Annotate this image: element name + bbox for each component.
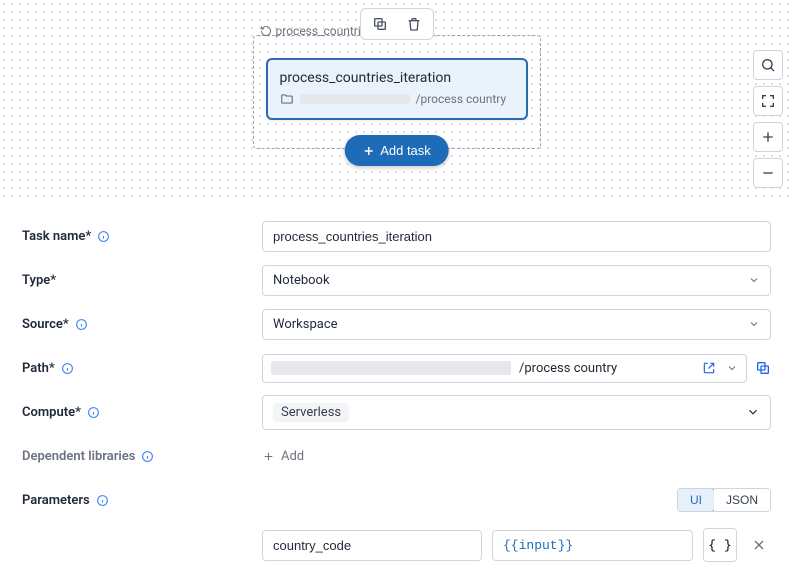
chevron-down-icon	[748, 318, 760, 330]
info-icon[interactable]	[61, 362, 74, 375]
task-name-input[interactable]	[262, 221, 771, 252]
label-dependent-libraries: Dependent libraries	[22, 449, 262, 464]
insert-variable-button[interactable]: { }	[703, 528, 737, 562]
chevron-down-icon[interactable]	[726, 362, 738, 374]
add-task-button[interactable]: Add task	[344, 135, 449, 166]
label-task-name: Task name*	[22, 229, 262, 244]
chevron-down-icon	[748, 274, 760, 286]
label-type: Type*	[22, 273, 262, 288]
info-icon[interactable]	[75, 318, 88, 331]
zoom-out-button[interactable]	[753, 158, 783, 188]
close-icon	[751, 537, 767, 553]
redacted-path	[300, 94, 410, 104]
type-select[interactable]: Notebook	[262, 265, 771, 296]
plus-icon	[262, 450, 275, 463]
compute-chip: Serverless	[273, 403, 349, 422]
task-form: Task name* Type* Notebook Source* Worksp…	[0, 200, 793, 566]
source-value: Workspace	[273, 317, 338, 332]
fullscreen-icon	[760, 93, 776, 109]
parameters-view-toggle: UI JSON	[677, 488, 771, 512]
info-icon[interactable]	[96, 494, 109, 507]
info-icon[interactable]	[97, 230, 110, 243]
loop-group-label: process_countries	[258, 24, 376, 38]
canvas-zoom-controls	[753, 50, 783, 188]
param-key-input[interactable]	[262, 530, 482, 561]
add-library-button[interactable]: Add	[262, 449, 771, 464]
search-button[interactable]	[753, 50, 783, 80]
folder-icon	[280, 92, 294, 106]
loop-icon	[260, 25, 272, 37]
compute-select[interactable]: Serverless	[262, 395, 771, 430]
type-value: Notebook	[273, 273, 330, 288]
label-compute: Compute*	[22, 405, 262, 420]
task-card-title: process_countries_iteration	[280, 70, 514, 86]
redacted-path	[271, 361, 511, 375]
toggle-json[interactable]: JSON	[714, 489, 770, 511]
zoom-in-button[interactable]	[753, 122, 783, 152]
add-task-label: Add task	[380, 143, 431, 158]
path-suffix: /process country	[519, 361, 617, 376]
path-picker[interactable]: /process country	[262, 354, 747, 383]
task-card[interactable]: process_countries_iteration /process cou…	[266, 58, 528, 120]
task-card-path: /process country	[280, 92, 514, 106]
duplicate-icon[interactable]	[371, 15, 389, 33]
info-icon[interactable]	[87, 406, 100, 419]
task-card-path-suffix: /process country	[416, 92, 507, 106]
minus-icon	[760, 165, 776, 181]
external-link-icon[interactable]	[702, 361, 716, 375]
label-source: Source*	[22, 317, 262, 332]
pipeline-canvas[interactable]: process_countries process_countries_iter…	[0, 0, 793, 200]
search-icon	[760, 57, 776, 73]
toggle-ui[interactable]: UI	[677, 488, 715, 512]
info-icon[interactable]	[141, 450, 154, 463]
remove-param-button[interactable]	[747, 533, 771, 557]
loop-group: process_countries process_countries_iter…	[253, 35, 541, 149]
label-parameters: Parameters	[22, 493, 262, 508]
trash-icon[interactable]	[405, 15, 423, 33]
chevron-down-icon	[746, 405, 760, 419]
parameter-row: { }	[262, 528, 771, 562]
copy-icon[interactable]	[755, 360, 771, 376]
plus-icon	[760, 129, 776, 145]
param-value-input[interactable]	[492, 530, 693, 561]
source-select[interactable]: Workspace	[262, 309, 771, 340]
plus-icon	[362, 145, 374, 157]
task-floating-toolbar	[360, 8, 434, 40]
fullscreen-button[interactable]	[753, 86, 783, 116]
label-path: Path*	[22, 361, 262, 376]
